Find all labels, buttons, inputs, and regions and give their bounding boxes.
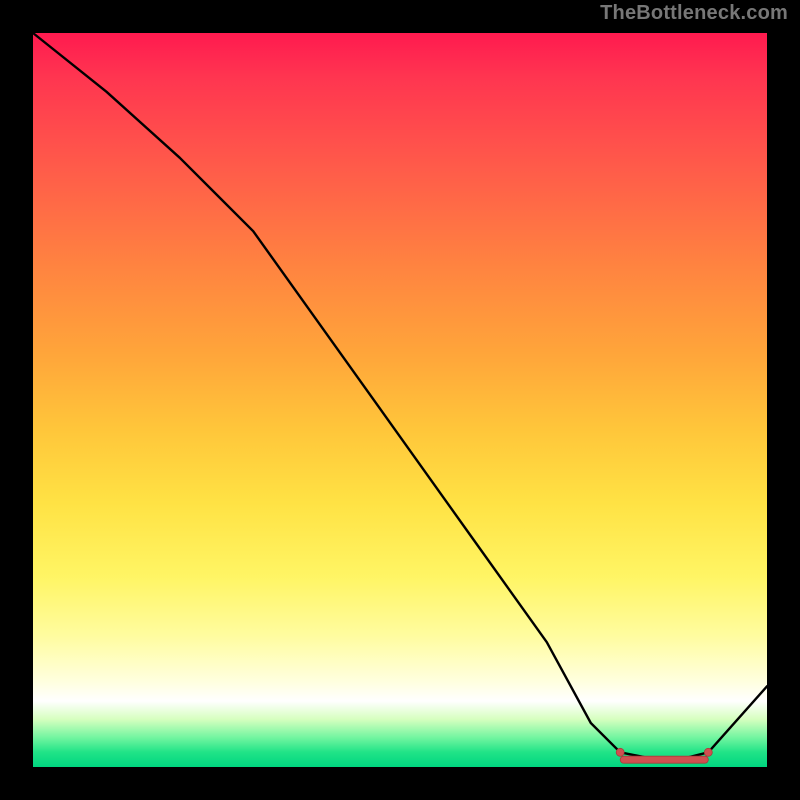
- watermark-text: TheBottleneck.com: [600, 2, 788, 25]
- marker-dot: [616, 748, 624, 756]
- plot-area: [33, 33, 767, 767]
- marker-dot: [704, 748, 712, 756]
- bottleneck-curve: [33, 33, 767, 760]
- chart-svg: [33, 33, 767, 767]
- marker-pill: [620, 756, 708, 763]
- chart-frame: TheBottleneck.com: [0, 0, 800, 800]
